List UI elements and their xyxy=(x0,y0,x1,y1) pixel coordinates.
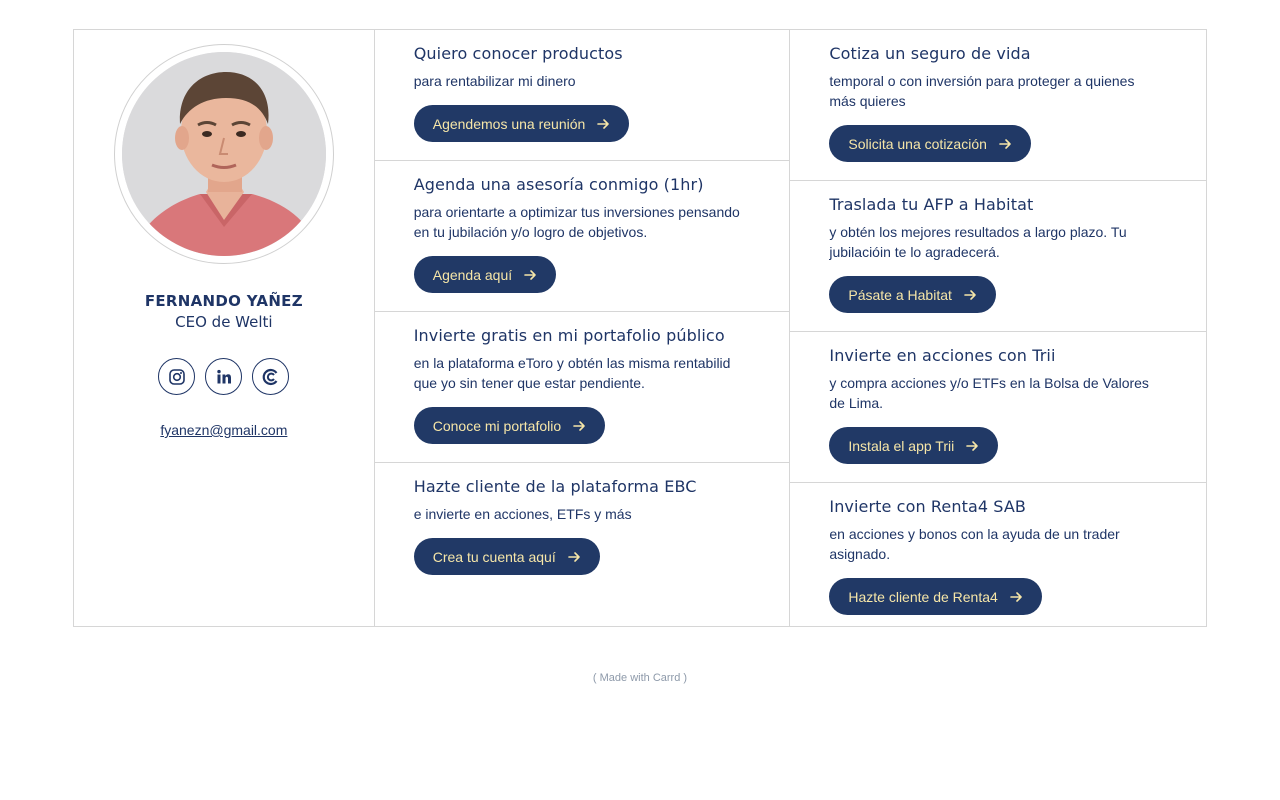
offer-cell: Cotiza un seguro de vida temporal o con … xyxy=(790,30,1206,181)
offer-title: Hazte cliente de la plataforma EBC xyxy=(413,477,697,496)
button-label: Pásate a Habitat xyxy=(848,286,952,303)
switch-habitat-button[interactable]: Pásate a Habitat xyxy=(829,276,996,313)
main-card: FERNANDO YAÑEZ CEO de Welti fyanezn@gmai… xyxy=(73,29,1207,627)
linkedin-icon xyxy=(217,369,231,383)
right-column: Cotiza un seguro de vida temporal o con … xyxy=(790,30,1206,626)
offer-cell: Hazte cliente de la plataforma EBC e inv… xyxy=(375,463,790,626)
offer-description: para orientarte a optimizar tus inversio… xyxy=(413,204,740,240)
offer-cell: Invierte en acciones con Trii y compra a… xyxy=(790,332,1206,483)
email-link[interactable]: fyanezn@gmail.com xyxy=(160,422,287,438)
button-label: Crea tu cuenta aquí xyxy=(432,548,556,565)
offer-title: Invierte en acciones con Trii xyxy=(829,346,1056,365)
avatar-ring xyxy=(113,44,334,264)
arrow-right-icon xyxy=(567,551,581,563)
install-trii-button[interactable]: Instala el app Trii xyxy=(829,427,999,464)
offer-title: Invierte con Renta4 SAB xyxy=(829,497,1026,516)
arrow-right-icon xyxy=(964,289,977,301)
arrow-right-icon xyxy=(573,420,586,432)
offer-title: Quiero conocer productos xyxy=(413,44,623,63)
offer-title: Agenda una asesoría conmigo (1hr) xyxy=(413,175,704,194)
middle-column: Quiero conocer productos para rentabiliz… xyxy=(374,30,791,626)
profile-photo xyxy=(121,52,326,256)
offer-description: en la plataforma eToro y obtén las misma… xyxy=(413,355,731,391)
offer-title: Cotiza un seguro de vida xyxy=(829,44,1031,63)
offer-cell: Quiero conocer productos para rentabiliz… xyxy=(374,30,790,161)
social-links xyxy=(158,358,290,395)
profile-name: FERNANDO YAÑEZ xyxy=(144,292,303,310)
offer-description: para rentabilizar mi dinero xyxy=(413,73,576,89)
offer-cell: Invierte gratis en mi portafolio público… xyxy=(374,312,790,463)
arrow-right-icon xyxy=(524,269,537,281)
offer-description: en acciones y bonos con la ayuda de un t… xyxy=(829,526,1120,562)
arrow-right-icon xyxy=(999,138,1012,150)
offer-cell: Invierte con Renta4 SAB en acciones y bo… xyxy=(790,483,1206,626)
renta4-client-button[interactable]: Hazte cliente de Renta4 xyxy=(829,578,1042,615)
offer-cell: Traslada tu AFP a Habitat y obtén los me… xyxy=(790,181,1206,332)
schedule-meeting-button[interactable]: Agendemos una reunión xyxy=(413,105,630,142)
profile-role: CEO de Welti xyxy=(175,313,273,331)
offer-title: Traslada tu AFP a Habitat xyxy=(829,195,1034,214)
made-with-carrd-link[interactable]: ( Made with Carrd ) xyxy=(0,672,1280,684)
avatar xyxy=(121,52,326,256)
arrow-right-icon xyxy=(966,440,979,452)
arrow-right-icon xyxy=(597,118,610,130)
book-advisory-button[interactable]: Agenda aquí xyxy=(413,256,557,293)
offer-description: temporal o con inversión para proteger a… xyxy=(829,73,1135,109)
offer-title: Invierte gratis en mi portafolio público xyxy=(413,326,725,345)
button-label: Solicita una cotización xyxy=(848,135,987,152)
offer-description: y compra acciones y/o ETFs en la Bolsa d… xyxy=(829,375,1149,411)
coinbase-icon xyxy=(262,368,278,385)
portfolio-button[interactable]: Conoce mi portafolio xyxy=(413,407,606,444)
button-label: Conoce mi portafolio xyxy=(432,417,562,434)
button-label: Agendemos una reunión xyxy=(432,115,586,132)
button-label: Hazte cliente de Renta4 xyxy=(848,588,998,605)
button-label: Agenda aquí xyxy=(432,266,513,283)
linkedin-link[interactable] xyxy=(205,358,243,395)
button-label: Instala el app Trii xyxy=(848,437,955,454)
offer-description: e invierte en acciones, ETFs y más xyxy=(413,506,632,522)
arrow-right-icon xyxy=(1010,591,1023,603)
offer-description: y obtén los mejores resultados a largo p… xyxy=(829,224,1127,260)
profile-panel: FERNANDO YAÑEZ CEO de Welti fyanezn@gmai… xyxy=(74,30,375,626)
instagram-icon xyxy=(169,368,185,385)
instagram-link[interactable] xyxy=(158,358,196,395)
create-account-button[interactable]: Crea tu cuenta aquí xyxy=(413,538,600,575)
request-quote-button[interactable]: Solicita una cotización xyxy=(829,125,1031,162)
coinbase-link[interactable] xyxy=(252,358,290,395)
offer-cell: Agenda una asesoría conmigo (1hr) para o… xyxy=(374,161,790,312)
